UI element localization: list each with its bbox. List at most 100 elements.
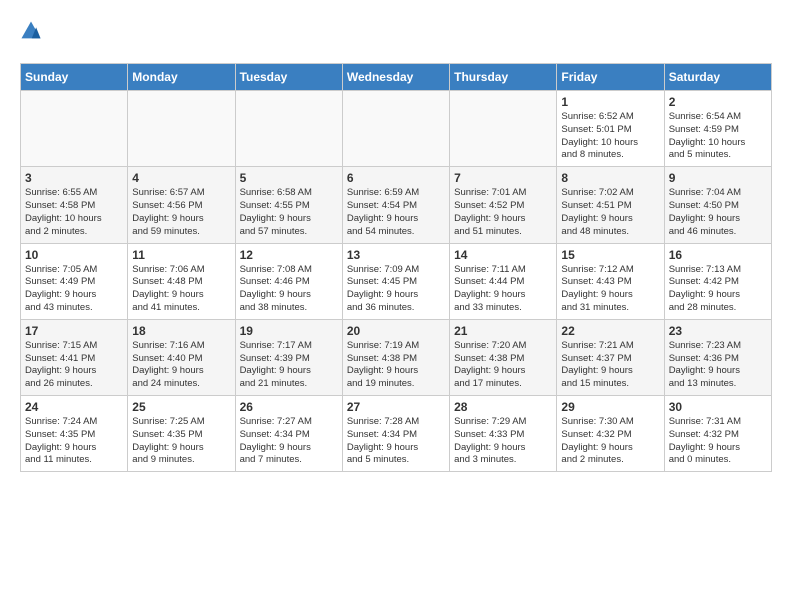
day-info: Sunrise: 7:09 AM Sunset: 4:45 PM Dayligh… [347, 264, 445, 315]
calendar-cell: 20Sunrise: 7:19 AM Sunset: 4:38 PM Dayli… [342, 319, 449, 395]
day-info: Sunrise: 7:11 AM Sunset: 4:44 PM Dayligh… [454, 264, 552, 315]
day-number: 18 [132, 324, 230, 338]
calendar-week-row: 3Sunrise: 6:55 AM Sunset: 4:58 PM Daylig… [21, 167, 772, 243]
calendar-table: SundayMondayTuesdayWednesdayThursdayFrid… [20, 63, 772, 472]
calendar-cell: 6Sunrise: 6:59 AM Sunset: 4:54 PM Daylig… [342, 167, 449, 243]
calendar-cell: 11 Sunrise: 7:06 AM Sunset: 4:48 PM Dayli… [128, 243, 235, 319]
day-info: Sunrise: 7:01 AM Sunset: 4:52 PM Dayligh… [454, 187, 552, 238]
day-info: Sunrise: 7:25 AM Sunset: 4:35 PM Dayligh… [132, 416, 230, 467]
day-info: Sunrise: 7:23 AM Sunset: 4:36 PM Dayligh… [669, 340, 767, 391]
day-number: 6 [347, 171, 445, 185]
day-info: Sunrise: 6:58 AM Sunset: 4:55 PM Dayligh… [240, 187, 338, 238]
day-number: 15 [561, 248, 659, 262]
calendar-cell: 19Sunrise: 7:17 AM Sunset: 4:39 PM Dayli… [235, 319, 342, 395]
day-info: Sunrise: 7:24 AM Sunset: 4:35 PM Dayligh… [25, 416, 123, 467]
day-info: Sunrise: 7:15 AM Sunset: 4:41 PM Dayligh… [25, 340, 123, 391]
day-number: 10 [25, 248, 123, 262]
calendar-header-row: SundayMondayTuesdayWednesdayThursdayFrid… [21, 64, 772, 91]
calendar-cell: 15 Sunrise: 7:12 AM Sunset: 4:43 PM Dayli… [557, 243, 664, 319]
day-info: Sunrise: 7:17 AM Sunset: 4:39 PM Dayligh… [240, 340, 338, 391]
day-info: Sunrise: 7:04 AM Sunset: 4:50 PM Dayligh… [669, 187, 767, 238]
calendar-week-row: 24 Sunrise: 7:24 AM Sunset: 4:35 PM Dayli… [21, 396, 772, 472]
calendar-week-row: 10 Sunrise: 7:05 AM Sunset: 4:49 PM Dayli… [21, 243, 772, 319]
day-number: 27 [347, 400, 445, 414]
day-info: Sunrise: 7:21 AM Sunset: 4:37 PM Dayligh… [561, 340, 659, 391]
day-number: 1 [561, 95, 659, 109]
calendar-cell: 2 Sunrise: 6:54 AM Sunset: 4:59 PM Daylig… [664, 91, 771, 167]
column-header-thursday: Thursday [450, 64, 557, 91]
day-info: Sunrise: 6:55 AM Sunset: 4:58 PM Dayligh… [25, 187, 123, 238]
calendar-cell: 7 Sunrise: 7:01 AM Sunset: 4:52 PM Daylig… [450, 167, 557, 243]
day-number: 22 [561, 324, 659, 338]
day-info: Sunrise: 7:02 AM Sunset: 4:51 PM Dayligh… [561, 187, 659, 238]
calendar-cell: 23 Sunrise: 7:23 AM Sunset: 4:36 PM Dayli… [664, 319, 771, 395]
day-number: 7 [454, 171, 552, 185]
calendar-cell [21, 91, 128, 167]
calendar-cell: 21 Sunrise: 7:20 AM Sunset: 4:38 PM Dayli… [450, 319, 557, 395]
calendar-cell [235, 91, 342, 167]
calendar-cell: 30Sunrise: 7:31 AM Sunset: 4:32 PM Dayli… [664, 396, 771, 472]
day-number: 17 [25, 324, 123, 338]
day-number: 16 [669, 248, 767, 262]
day-info: Sunrise: 7:30 AM Sunset: 4:32 PM Dayligh… [561, 416, 659, 467]
calendar-cell [128, 91, 235, 167]
day-info: Sunrise: 6:57 AM Sunset: 4:56 PM Dayligh… [132, 187, 230, 238]
calendar-cell: 3Sunrise: 6:55 AM Sunset: 4:58 PM Daylig… [21, 167, 128, 243]
calendar-cell: 25 Sunrise: 7:25 AM Sunset: 4:35 PM Dayli… [128, 396, 235, 472]
logo-icon [20, 20, 42, 42]
day-number: 13 [347, 248, 445, 262]
calendar-week-row: 1Sunrise: 6:52 AM Sunset: 5:01 PM Daylig… [21, 91, 772, 167]
calendar-cell: 12 Sunrise: 7:08 AM Sunset: 4:46 PM Dayli… [235, 243, 342, 319]
day-info: Sunrise: 7:28 AM Sunset: 4:34 PM Dayligh… [347, 416, 445, 467]
column-header-sunday: Sunday [21, 64, 128, 91]
calendar-cell: 28 Sunrise: 7:29 AM Sunset: 4:33 PM Dayli… [450, 396, 557, 472]
calendar-cell: 10 Sunrise: 7:05 AM Sunset: 4:49 PM Dayli… [21, 243, 128, 319]
column-header-saturday: Saturday [664, 64, 771, 91]
day-number: 8 [561, 171, 659, 185]
day-info: Sunrise: 7:06 AM Sunset: 4:48 PM Dayligh… [132, 264, 230, 315]
calendar-cell: 24 Sunrise: 7:24 AM Sunset: 4:35 PM Dayli… [21, 396, 128, 472]
day-number: 21 [454, 324, 552, 338]
day-number: 30 [669, 400, 767, 414]
day-number: 11 [132, 248, 230, 262]
day-info: Sunrise: 7:20 AM Sunset: 4:38 PM Dayligh… [454, 340, 552, 391]
day-info: Sunrise: 7:12 AM Sunset: 4:43 PM Dayligh… [561, 264, 659, 315]
day-number: 29 [561, 400, 659, 414]
day-number: 4 [132, 171, 230, 185]
calendar-cell: 29 Sunrise: 7:30 AM Sunset: 4:32 PM Dayli… [557, 396, 664, 472]
day-number: 14 [454, 248, 552, 262]
day-info: Sunrise: 7:08 AM Sunset: 4:46 PM Dayligh… [240, 264, 338, 315]
calendar-cell: 22 Sunrise: 7:21 AM Sunset: 4:37 PM Dayli… [557, 319, 664, 395]
day-number: 24 [25, 400, 123, 414]
day-info: Sunrise: 7:05 AM Sunset: 4:49 PM Dayligh… [25, 264, 123, 315]
calendar-cell: 13 Sunrise: 7:09 AM Sunset: 4:45 PM Dayli… [342, 243, 449, 319]
day-number: 12 [240, 248, 338, 262]
column-header-friday: Friday [557, 64, 664, 91]
column-header-monday: Monday [128, 64, 235, 91]
calendar-cell: 1Sunrise: 6:52 AM Sunset: 5:01 PM Daylig… [557, 91, 664, 167]
calendar-cell: 8 Sunrise: 7:02 AM Sunset: 4:51 PM Daylig… [557, 167, 664, 243]
day-number: 2 [669, 95, 767, 109]
calendar-cell: 5 Sunrise: 6:58 AM Sunset: 4:55 PM Daylig… [235, 167, 342, 243]
day-number: 23 [669, 324, 767, 338]
day-info: Sunrise: 7:29 AM Sunset: 4:33 PM Dayligh… [454, 416, 552, 467]
day-number: 5 [240, 171, 338, 185]
calendar-cell: 27 Sunrise: 7:28 AM Sunset: 4:34 PM Dayli… [342, 396, 449, 472]
day-number: 28 [454, 400, 552, 414]
calendar-cell: 26Sunrise: 7:27 AM Sunset: 4:34 PM Dayli… [235, 396, 342, 472]
calendar-cell: 16 Sunrise: 7:13 AM Sunset: 4:42 PM Dayli… [664, 243, 771, 319]
column-header-tuesday: Tuesday [235, 64, 342, 91]
day-info: Sunrise: 7:19 AM Sunset: 4:38 PM Dayligh… [347, 340, 445, 391]
logo [20, 20, 44, 47]
calendar-cell: 17 Sunrise: 7:15 AM Sunset: 4:41 PM Dayli… [21, 319, 128, 395]
column-header-wednesday: Wednesday [342, 64, 449, 91]
calendar-cell [342, 91, 449, 167]
calendar-cell: 9 Sunrise: 7:04 AM Sunset: 4:50 PM Daylig… [664, 167, 771, 243]
day-number: 25 [132, 400, 230, 414]
day-number: 9 [669, 171, 767, 185]
day-info: Sunrise: 7:13 AM Sunset: 4:42 PM Dayligh… [669, 264, 767, 315]
day-info: Sunrise: 7:27 AM Sunset: 4:34 PM Dayligh… [240, 416, 338, 467]
calendar-cell: 4 Sunrise: 6:57 AM Sunset: 4:56 PM Daylig… [128, 167, 235, 243]
calendar-cell [450, 91, 557, 167]
day-info: Sunrise: 6:54 AM Sunset: 4:59 PM Dayligh… [669, 111, 767, 162]
